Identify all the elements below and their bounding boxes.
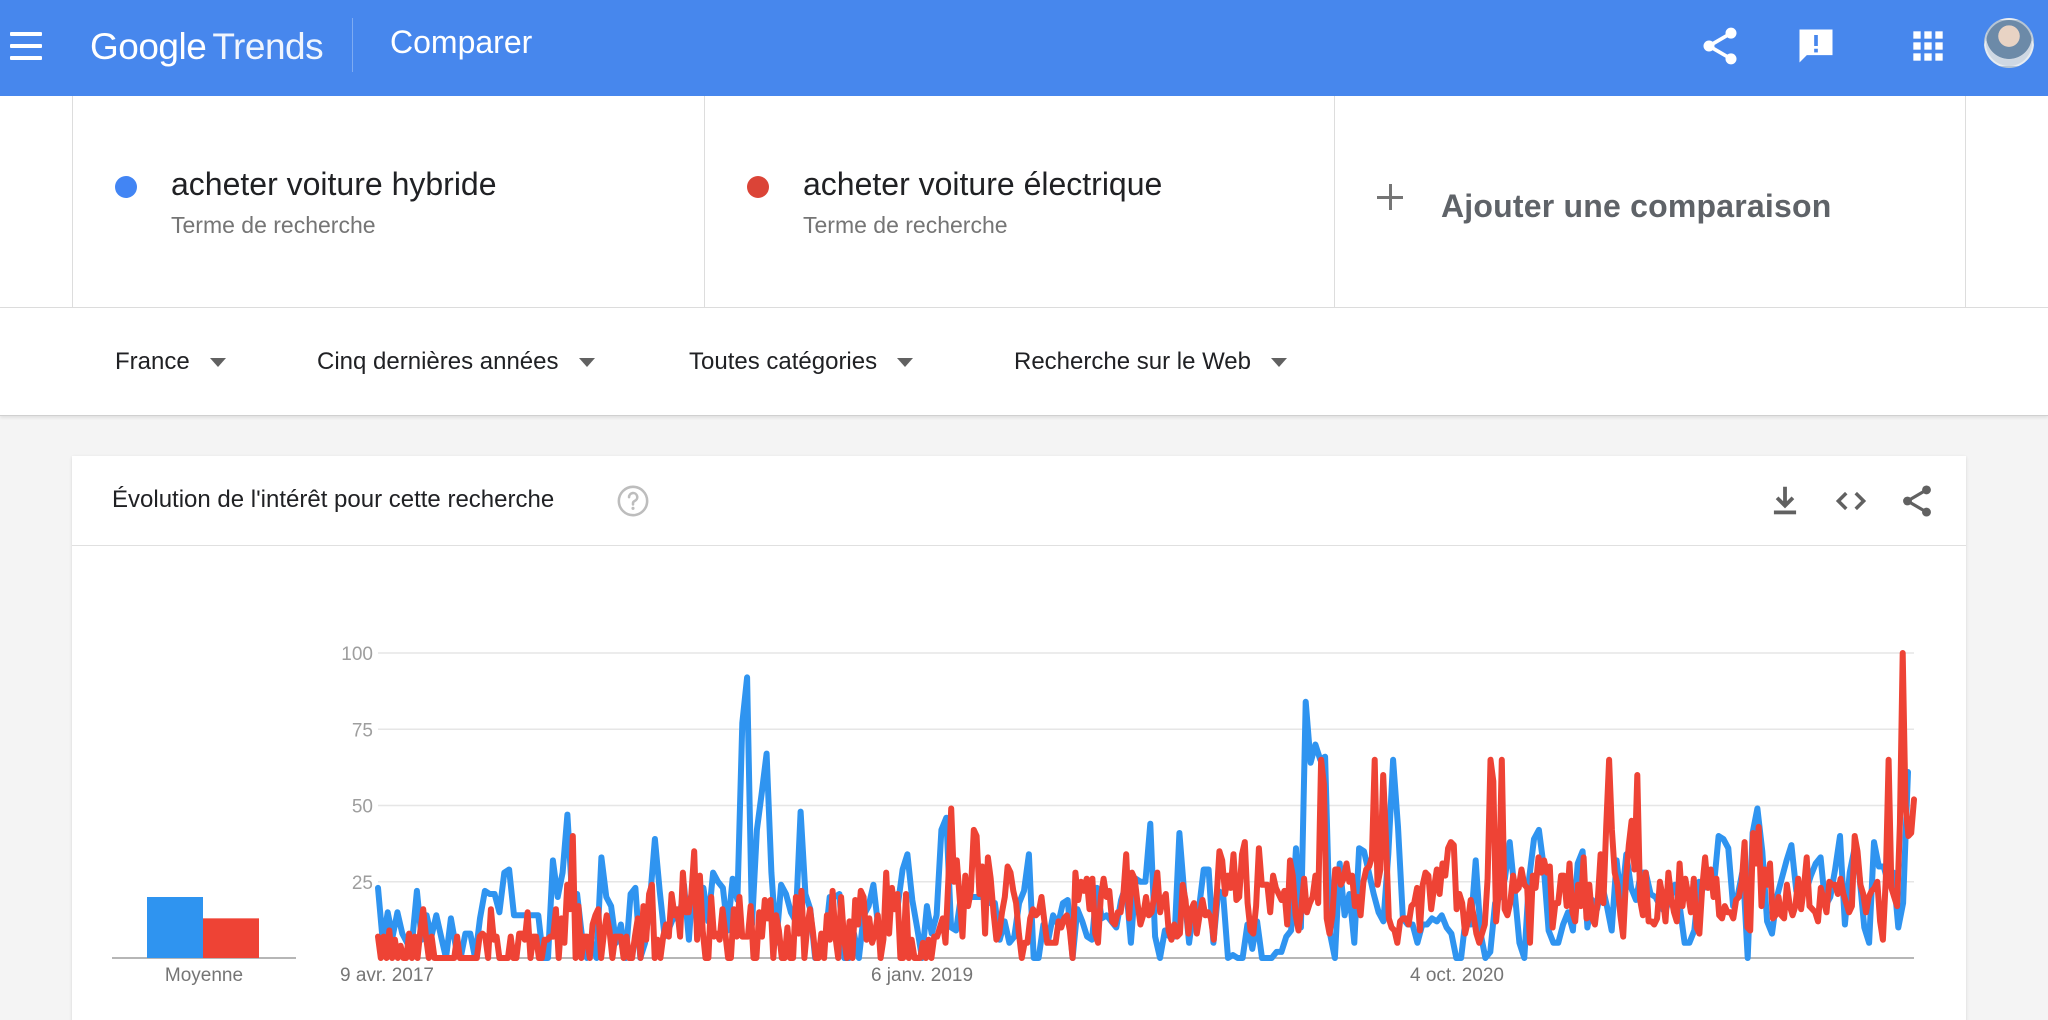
y-tick-label: 100	[341, 644, 373, 665]
interest-chart: 100 75 50 25 9 avr. 2017 6 janv. 2019 4 oct. 2…	[112, 644, 1917, 986]
y-tick-label: 50	[352, 797, 373, 818]
x-tick-label: 4 oct. 2020	[1410, 965, 1504, 986]
average-bar-2	[203, 918, 259, 958]
average-label: Moyenne	[165, 965, 243, 986]
y-tick-label: 25	[352, 873, 373, 894]
x-tick-label: 6 janv. 2019	[871, 965, 973, 986]
y-tick-label: 75	[352, 720, 373, 741]
x-tick-label: 9 avr. 2017	[340, 965, 434, 986]
average-bar-1	[147, 897, 203, 958]
